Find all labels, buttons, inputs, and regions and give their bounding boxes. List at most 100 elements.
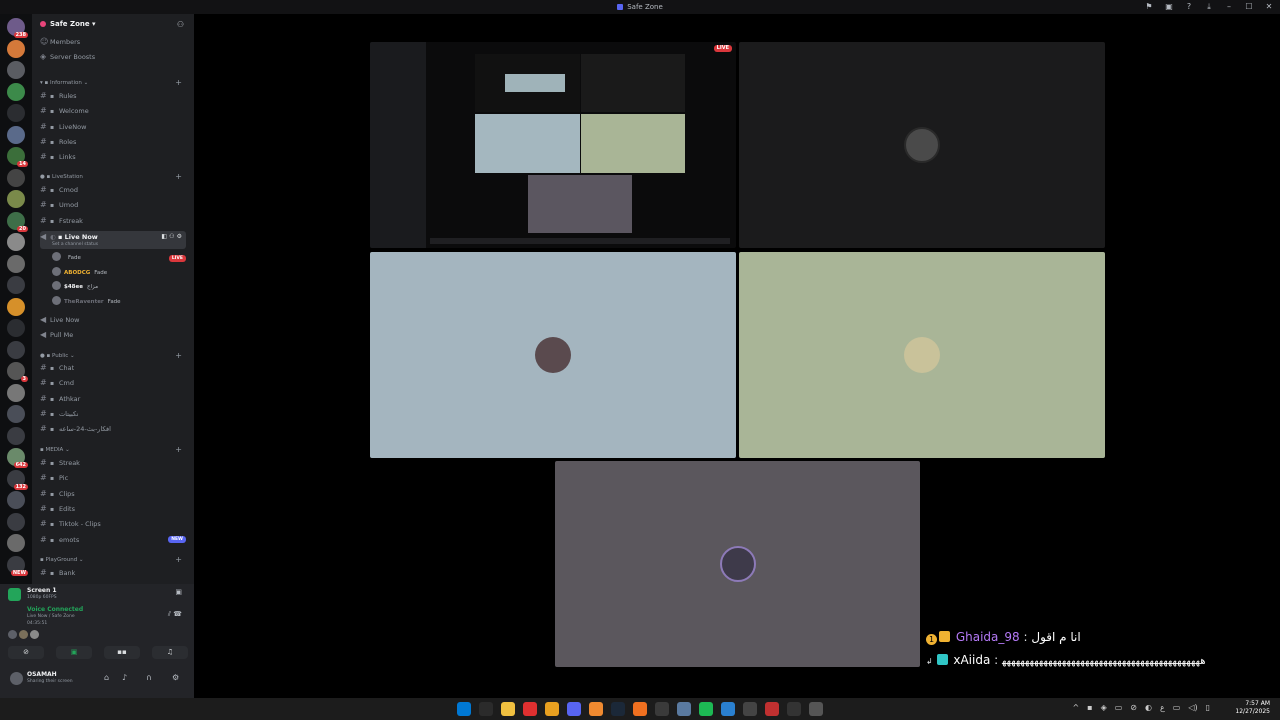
- channel-media[interactable]: # ▪ Pic: [40, 472, 186, 484]
- channel-actions[interactable]: ◧ ⚇ ⚙: [161, 231, 182, 243]
- voice-channel-path[interactable]: Live Now / Safe Zone: [27, 614, 75, 619]
- channel-livestation[interactable]: # ▪ Umod: [40, 199, 186, 211]
- spotify-icon[interactable]: [699, 702, 713, 716]
- server-icon[interactable]: 3: [7, 362, 28, 382]
- server-icon[interactable]: [7, 297, 25, 316]
- pin-icon[interactable]: ⚑: [1144, 2, 1154, 12]
- add-channel-icon[interactable]: +: [175, 351, 182, 361]
- server-icon[interactable]: 238: [7, 18, 28, 38]
- server-icon[interactable]: [7, 61, 25, 79]
- server-icon[interactable]: 642: [7, 448, 28, 468]
- category-information[interactable]: ▾ ▪ Information ⌄ +: [40, 78, 186, 88]
- server-name[interactable]: Safe Zone ▾: [40, 20, 96, 28]
- category-livestation[interactable]: ● ▪ LiveStation +: [40, 172, 186, 182]
- app-icon[interactable]: [787, 702, 801, 716]
- add-channel-icon[interactable]: +: [175, 555, 182, 565]
- voice-connected-label[interactable]: Voice Connected: [27, 606, 83, 613]
- voice-user[interactable]: TheRaventer Fade: [52, 295, 186, 309]
- tray-app-icon[interactable]: ◐: [1145, 703, 1152, 712]
- server-icon[interactable]: [7, 512, 25, 531]
- discord-icon[interactable]: [567, 702, 581, 716]
- steam-icon[interactable]: [611, 702, 625, 716]
- channel-info[interactable]: # ▪ Welcome: [40, 105, 186, 117]
- app-icon[interactable]: [589, 702, 603, 716]
- category-playground[interactable]: ▪ PlayGround ⌄ +: [40, 555, 186, 565]
- server-icon[interactable]: [7, 491, 25, 509]
- channel-public[interactable]: # ▪ Chat: [40, 362, 186, 374]
- chrome-icon[interactable]: [545, 702, 559, 716]
- windows-start-icon[interactable]: [457, 702, 471, 716]
- channel-playground[interactable]: # ▪ Bank: [40, 567, 186, 579]
- participant-tile[interactable]: [739, 42, 1105, 248]
- app-icon[interactable]: [633, 702, 647, 716]
- channel-media[interactable]: # ▪ Clips: [40, 488, 186, 500]
- language-icon[interactable]: ع: [1160, 703, 1165, 712]
- camera-off-button[interactable]: ⊘: [8, 646, 44, 659]
- stop-stream-icon[interactable]: ▣: [175, 588, 182, 596]
- channel-public[interactable]: # ▪ Athkar: [40, 393, 186, 405]
- channel-info[interactable]: # ▪ Rules: [40, 90, 186, 102]
- server-icon[interactable]: 20: [7, 211, 28, 232]
- server-icon[interactable]: [7, 168, 25, 187]
- headphones-icon[interactable]: ∩: [146, 673, 152, 682]
- server-icon[interactable]: NEW: [7, 555, 28, 576]
- channel-public[interactable]: # ▪ ﻧﻜﺒﻴﺘﺎﺕ: [40, 408, 186, 420]
- category-media[interactable]: ▪ MEDIA ⌄ +: [40, 445, 186, 455]
- server-icon[interactable]: [7, 233, 25, 251]
- voice-channel[interactable]: ◀ Pull Me: [40, 329, 186, 341]
- server-icon[interactable]: [7, 39, 25, 58]
- app-icon[interactable]: [721, 702, 735, 716]
- network-icon[interactable]: ▭: [1173, 703, 1181, 712]
- server-icon[interactable]: 14: [7, 147, 28, 167]
- server-icon[interactable]: [7, 426, 25, 445]
- inbox-icon[interactable]: ▣: [1164, 2, 1174, 12]
- channel-info[interactable]: # ▪ Roles: [40, 136, 186, 148]
- app-icon[interactable]: [765, 702, 779, 716]
- server-icon[interactable]: [7, 319, 25, 337]
- channel-media[interactable]: # ▪ Edits: [40, 503, 186, 515]
- settings-icon[interactable]: ⚙: [172, 673, 179, 682]
- gamepad-icon[interactable]: ⌂: [104, 673, 109, 682]
- channel-media[interactable]: # ▪ Streak: [40, 457, 186, 469]
- tray-app-icon[interactable]: ◈: [1101, 703, 1107, 712]
- members-link[interactable]: ☺ Members: [40, 36, 186, 48]
- invite-icon[interactable]: ⚇: [177, 20, 184, 29]
- voice-user[interactable]: ABODCG Fade: [52, 266, 186, 280]
- add-channel-icon[interactable]: +: [175, 78, 182, 88]
- app-icon[interactable]: [677, 702, 691, 716]
- voice-channel-live-now-active[interactable]: ◀ ◐ ▪ Live Now Set a channel status ◧ ⚇ ⚙: [40, 231, 186, 249]
- channel-public[interactable]: # ▪ Cmd: [40, 377, 186, 389]
- server-icon[interactable]: [7, 190, 25, 208]
- search-icon[interactable]: [479, 702, 493, 716]
- voice-channel[interactable]: ◀ Live Now: [40, 314, 186, 326]
- channel-media[interactable]: # ▪ emots: [40, 534, 186, 546]
- close-icon[interactable]: ✕: [1264, 2, 1274, 12]
- add-channel-icon[interactable]: +: [175, 445, 182, 455]
- voice-user[interactable]: Fade LIVE: [52, 252, 186, 265]
- server-icon[interactable]: [7, 405, 25, 423]
- app-icon[interactable]: [655, 702, 669, 716]
- category-public[interactable]: ● ▪ Public ⌄ +: [40, 351, 186, 361]
- channel-public[interactable]: # ▪ ﺍﻓﻜﺎﺭ-ﺑﺚ-24-ﺳﺎﻋﻪ: [40, 423, 186, 435]
- microphone-icon[interactable]: ♪: [122, 673, 127, 682]
- app-icon[interactable]: [523, 702, 537, 716]
- channel-media[interactable]: # ▪ Tiktok - Clips: [40, 518, 186, 530]
- server-icon[interactable]: [7, 534, 25, 552]
- channel-livestation[interactable]: # ▪ Cmod: [40, 184, 186, 196]
- channel-info[interactable]: # ▪ Links: [40, 151, 186, 163]
- stream-tile-screen-share[interactable]: LIVE: [370, 42, 736, 248]
- channel-status[interactable]: Set a channel status: [52, 239, 98, 251]
- server-icon[interactable]: [7, 125, 25, 144]
- server-boosts-link[interactable]: ◈ Server Boosts: [40, 51, 186, 63]
- add-channel-icon[interactable]: +: [175, 172, 182, 182]
- server-icon[interactable]: [7, 340, 25, 359]
- maximize-icon[interactable]: ☐: [1244, 2, 1254, 12]
- username[interactable]: OSAMAH: [27, 671, 57, 678]
- help-icon[interactable]: ?: [1184, 2, 1194, 12]
- app-icon[interactable]: [743, 702, 757, 716]
- chevron-up-icon[interactable]: ^: [1072, 703, 1079, 712]
- participant-tile[interactable]: [555, 461, 920, 667]
- screen-share-button[interactable]: ▣: [56, 646, 92, 659]
- minimize-icon[interactable]: –: [1224, 2, 1234, 12]
- tray-app-icon[interactable]: ⊘: [1130, 703, 1137, 712]
